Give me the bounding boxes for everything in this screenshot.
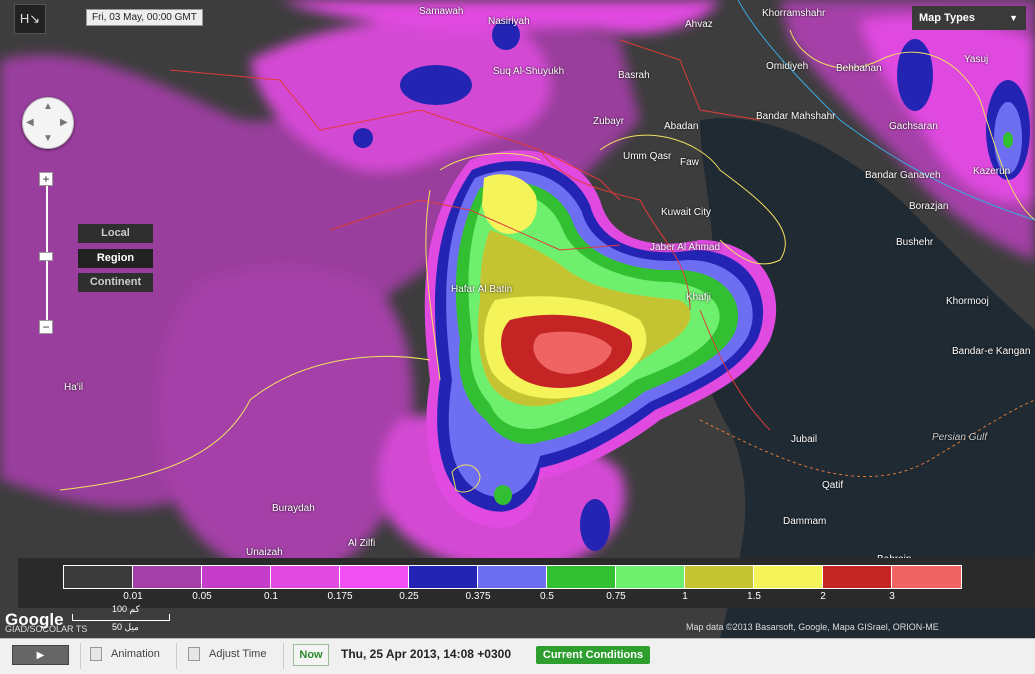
map-scale: 100 کم 50 ميل [72,604,170,634]
legend-label: 0.375 [465,591,491,602]
map-view[interactable]: Samawah Nasiriyah Ahvaz Khorramshahr Basrah S… [0,0,1035,638]
pan-left-icon[interactable]: ◀ [26,117,34,128]
current-datetime: Thu, 25 Apr 2013, 14:08 +0300 [341,647,511,661]
city-label: Behbahan [836,63,882,74]
city-label: Jaber Al Ahmad [650,242,721,253]
map-types-dropdown[interactable]: Map Types ▼ [912,6,1026,30]
city-label: Persian Gulf [932,432,988,443]
legend-swatch [202,566,271,588]
city-label: Bandar Ganaveh [865,170,941,181]
calendar-icon[interactable] [90,647,102,661]
divider [176,643,177,669]
city-label: Khormooj [946,296,989,307]
legend-label: 0.05 [192,591,212,602]
city-label: Bandar-e Kangan [952,346,1031,357]
city-label: Al Zilfi [348,538,376,549]
city-label: Omidiyeh [766,61,809,72]
legend-label: 1 [682,591,688,602]
legend-swatch [616,566,685,588]
precipitation-legend: 0.01 0.05 0.1 0.175 0.25 0.375 0.5 0.75 1 1.5 2 3 [18,558,1035,608]
city-label: Buraydah [272,503,315,514]
city-label: Bushehr [896,237,934,248]
city-label: Abadan [664,121,699,132]
legend-label: 0.25 [399,591,419,602]
calendar-icon[interactable] [188,647,200,661]
city-label: Zubayr [593,116,625,127]
play-button[interactable]: ▶ [12,645,69,665]
scale-bar [72,614,170,621]
chevron-down-icon: ▼ [1009,13,1018,23]
legend-color-bar [63,565,962,589]
app-logo[interactable]: H↘ [14,4,46,34]
city-label: Kuwait City [661,207,712,218]
legend-swatch [271,566,340,588]
legend-label: 1.5 [747,591,761,602]
legend-swatch [685,566,754,588]
pan-control[interactable]: ▲ ▼ ◀ ▶ [22,97,74,149]
legend-label: 0.175 [327,591,353,602]
city-label: Ha'il [64,382,84,393]
divider [283,643,284,669]
city-label: Basrah [618,70,650,81]
pan-down-icon[interactable]: ▼ [43,133,53,144]
legend-label: 2 [820,591,826,602]
legend-label: 0.01 [123,591,143,602]
pan-up-icon[interactable]: ▲ [43,101,53,112]
now-button[interactable]: Now [293,644,329,666]
legend-swatch [340,566,409,588]
legend-label: 0.5 [540,591,554,602]
city-label: Suq Al-Shuyukh [493,66,565,77]
pan-right-icon[interactable]: ▶ [60,117,68,128]
animation-button[interactable]: Animation [111,648,160,660]
scope-local-button[interactable]: Local [78,224,153,243]
city-label: Khafji [686,292,712,303]
divider [80,643,81,669]
weather-map-app: Samawah Nasiriyah Ahvaz Khorramshahr Basrah S… [0,0,1035,674]
city-label: Yasuj [964,54,989,65]
adjust-time-button[interactable]: Adjust Time [209,648,266,660]
legend-swatch [823,566,892,588]
map-top-bar: H↘ Fri, 03 May, 00:00 GMT Map Types ▼ [0,0,1035,34]
city-label: Umm Qasr [623,151,672,162]
current-conditions-button[interactable]: Current Conditions [536,646,650,664]
map-attribution[interactable]: Map data ©2013 Basarsoft, Google, Mapa G… [686,622,939,632]
legend-swatch [478,566,547,588]
legend-swatch [409,566,478,588]
city-label: Kazerun [973,166,1011,177]
precipitation-overlay[interactable] [0,0,1035,638]
legend-swatch [754,566,823,588]
legend-label: 0.75 [606,591,626,602]
legend-swatch [133,566,202,588]
city-label: Unaizah [246,547,283,558]
zoom-slider-thumb[interactable] [39,252,53,261]
legend-swatch [547,566,616,588]
legend-label: 3 [889,591,895,602]
scope-continent-button[interactable]: Continent [78,273,153,292]
scale-mi: 50 ميل [112,622,139,632]
scope-region-button[interactable]: Region [78,249,153,268]
city-label: Jubail [791,434,818,445]
city-label: Gachsaran [889,121,938,132]
city-label: Qatif [822,480,844,491]
forecast-timestamp: Fri, 03 May, 00:00 GMT [86,9,203,26]
legend-swatch [892,566,961,588]
legend-swatch [64,566,133,588]
city-label: Bandar Mahshahr [756,111,836,122]
city-label: Borazjan [909,201,949,212]
bottom-toolbar: ▶ Animation Adjust Time Now Thu, 25 Apr … [0,638,1035,674]
city-label: Dammam [783,516,827,527]
zoom-out-button[interactable]: − [39,320,53,334]
city-label: Faw [680,157,699,168]
legend-label: 0.1 [264,591,278,602]
zoom-in-button[interactable]: + [39,172,53,186]
map-types-label: Map Types [919,12,976,24]
city-label: Hafar Al Batin [451,284,513,295]
